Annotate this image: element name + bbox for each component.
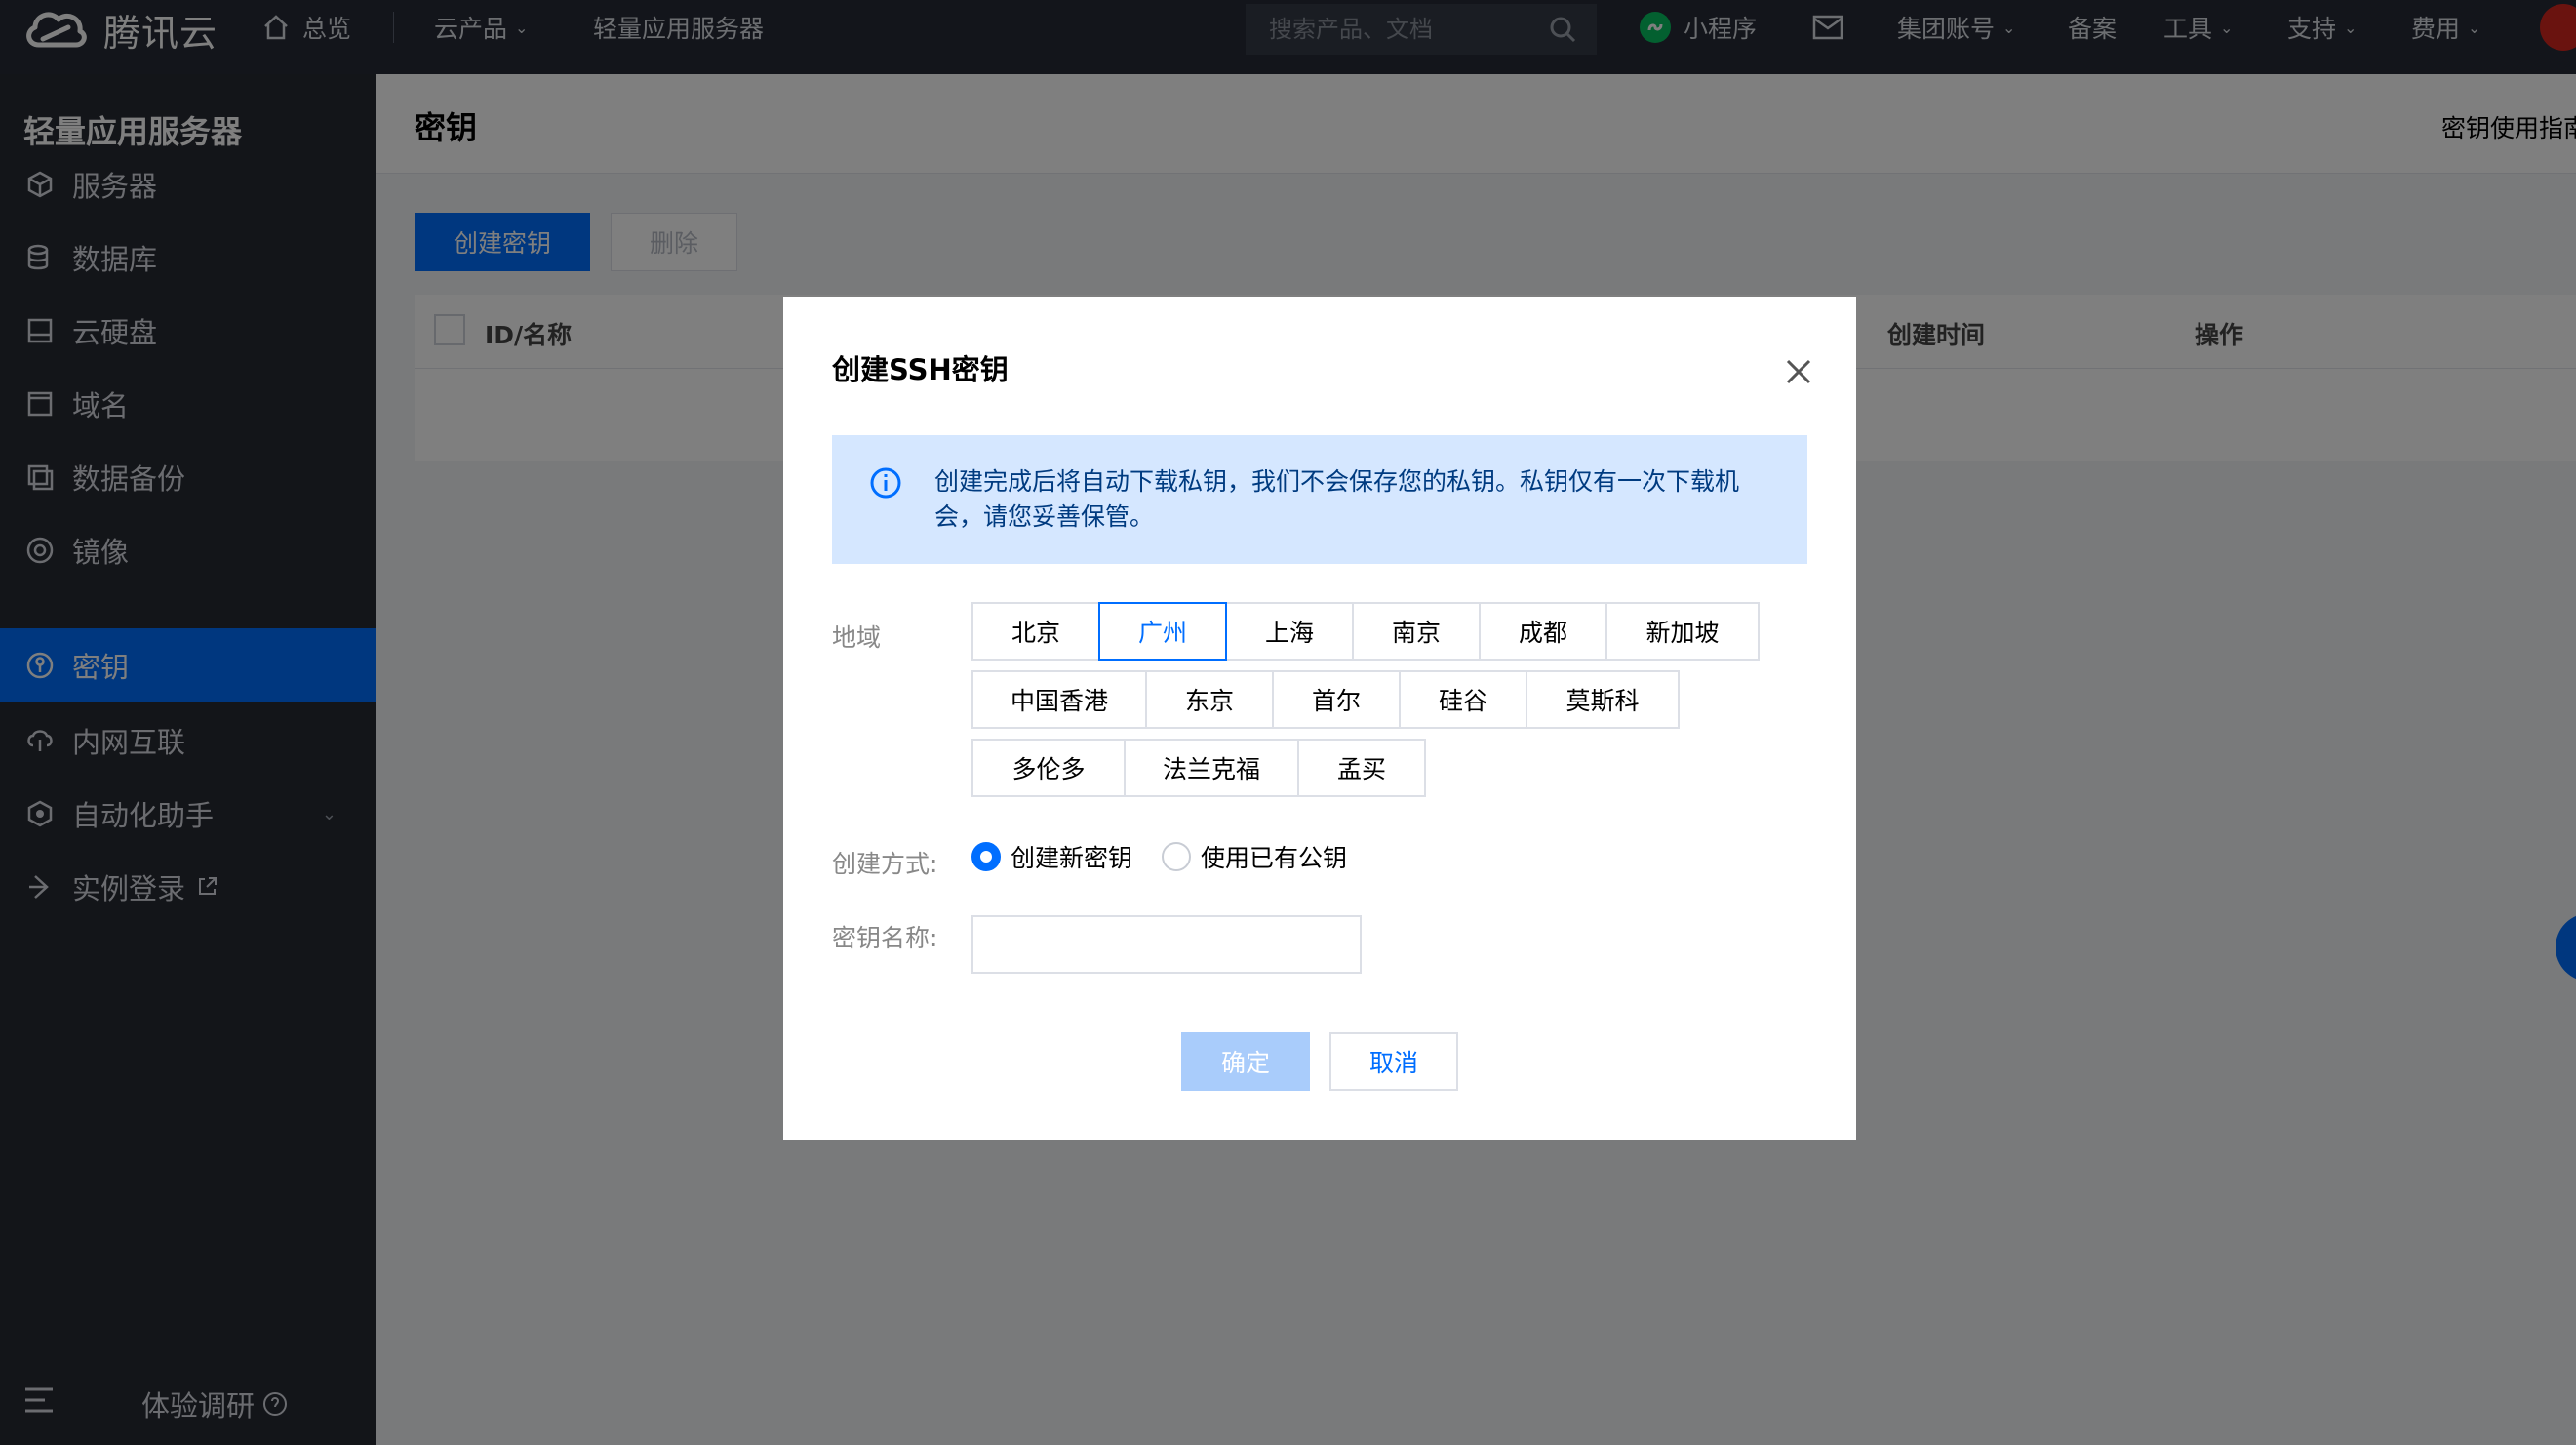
radio-unchecked-icon xyxy=(1162,842,1191,871)
region-label: 地域 xyxy=(832,623,882,652)
region-option[interactable]: 莫斯科 xyxy=(1526,670,1680,729)
method-label: 创建方式: xyxy=(832,850,938,878)
close-icon[interactable] xyxy=(1780,353,1817,390)
radio-label: 使用已有公钥 xyxy=(1201,844,1348,872)
key-name-input[interactable] xyxy=(971,915,1362,974)
region-option[interactable]: 新加坡 xyxy=(1605,602,1760,661)
region-option[interactable]: 硅谷 xyxy=(1399,670,1527,729)
region-option[interactable]: 中国香港 xyxy=(971,670,1147,729)
confirm-button[interactable]: 确定 xyxy=(1181,1032,1310,1091)
notice-line-1: 创建完成后将自动下载私钥，我们不会保存您的私钥。私钥仅有一次下载机 xyxy=(934,467,1740,496)
region-option[interactable]: 孟买 xyxy=(1297,739,1426,797)
radio-label: 创建新密钥 xyxy=(1011,844,1133,872)
radio-create-new-key[interactable]: 创建新密钥 xyxy=(971,839,1132,874)
region-option-selected[interactable]: 广州 xyxy=(1098,602,1227,661)
info-notice: 创建完成后将自动下载私钥，我们不会保存您的私钥。私钥仅有一次下载机 会，请您妥善… xyxy=(832,435,1807,564)
radio-checked-icon xyxy=(971,842,1001,871)
dialog-title: 创建SSH密钥 xyxy=(832,353,1009,386)
key-name-label: 密钥名称: xyxy=(832,924,938,952)
cancel-button[interactable]: 取消 xyxy=(1329,1032,1458,1091)
region-option[interactable]: 成都 xyxy=(1479,602,1607,661)
region-option[interactable]: 南京 xyxy=(1352,602,1481,661)
region-option[interactable]: 上海 xyxy=(1225,602,1354,661)
info-icon xyxy=(870,467,901,499)
region-option[interactable]: 首尔 xyxy=(1272,670,1401,729)
region-option[interactable]: 多伦多 xyxy=(971,739,1126,797)
radio-use-existing-public-key[interactable]: 使用已有公钥 xyxy=(1162,839,1347,874)
notice-line-2: 会，请您妥善保管。 xyxy=(934,502,1155,531)
region-option[interactable]: 法兰克福 xyxy=(1124,739,1299,797)
create-ssh-key-dialog: 创建SSH密钥 创建完成后将自动下载私钥，我们不会保存您的私钥。私钥仅有一次下载… xyxy=(783,297,1856,1140)
notice-text: 创建完成后将自动下载私钥，我们不会保存您的私钥。私钥仅有一次下载机 会，请您妥善… xyxy=(934,464,1754,535)
region-option[interactable]: 北京 xyxy=(971,602,1100,661)
region-option[interactable]: 东京 xyxy=(1145,670,1274,729)
